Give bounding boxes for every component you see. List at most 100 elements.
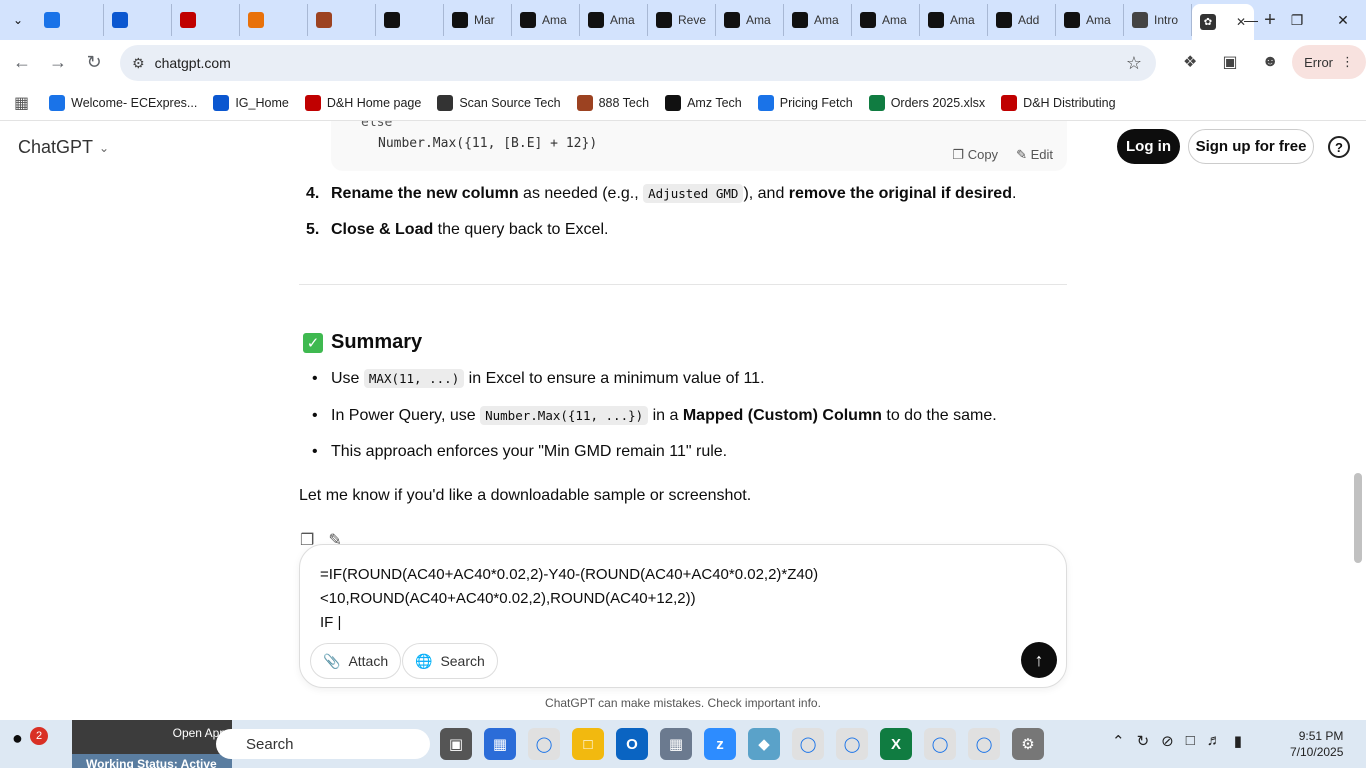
browser-tab[interactable]: Ama [784, 4, 852, 36]
site-settings-icon[interactable]: ⚙ [132, 55, 145, 72]
browser-tab[interactable]: Mar [444, 4, 512, 36]
list-item: • Use MAX(11, ...) in Excel to ensure a m… [312, 369, 765, 388]
chevron-up-icon[interactable]: ⌃ [1112, 732, 1125, 750]
excel-icon[interactable]: X [880, 728, 912, 760]
edit-code-button[interactable]: ✎ Edit [1016, 147, 1053, 163]
bookmark-item[interactable]: Orders 2025.xlsx [868, 94, 985, 111]
browser-tab[interactable] [308, 4, 376, 36]
chrome-icon[interactable]: ◯ [528, 728, 560, 760]
browser-tab[interactable]: Add [988, 4, 1056, 36]
file-explorer-icon[interactable]: □ [572, 728, 604, 760]
bookmark-favicon-icon [304, 94, 321, 111]
browser-tab[interactable]: Ama [580, 4, 648, 36]
close-window-button[interactable]: ✕ [1320, 0, 1366, 40]
profile-avatar-icon[interactable]: ☻ [1252, 44, 1288, 80]
disclaimer-text: ChatGPT can make mistakes. Check importa… [545, 696, 821, 710]
taskbar-search[interactable]: Search [216, 729, 430, 759]
code-line: Number.Max({11, [B.E] + 12}) [378, 136, 598, 151]
browser-tab[interactable] [104, 4, 172, 36]
bookmark-item[interactable]: D&H Distributing [1001, 94, 1116, 111]
browser-tab[interactable] [172, 4, 240, 36]
settings-gear-icon[interactable]: ⚙ [1012, 728, 1044, 760]
extension-icon[interactable]: ❖ [1172, 44, 1208, 80]
list-item: • In Power Query, use Number.Max({11, ...… [312, 406, 997, 425]
tab-label: Ama [542, 13, 567, 27]
list-item: • This approach enforces your "Min GMD re… [312, 443, 728, 460]
zoom-icon[interactable]: z [704, 728, 736, 760]
back-button[interactable]: ← [4, 45, 40, 81]
store-icon[interactable]: ▦ [484, 728, 516, 760]
window-controls: — ❐ ✕ [1228, 0, 1366, 40]
browser-tab[interactable]: Reve [648, 4, 716, 36]
browser-tab[interactable]: Ama [920, 4, 988, 36]
battery-icon[interactable]: ▮ [1234, 732, 1242, 750]
bookmarks-bar: ▦ Welcome- ECExpres... IG_Home D&H Home pa… [0, 85, 1366, 121]
volume-icon[interactable]: ♬ [1207, 732, 1222, 750]
browser-tab[interactable]: Ama [716, 4, 784, 36]
bookmark-label: D&H Distributing [1023, 95, 1116, 110]
forward-button[interactable]: → [40, 45, 76, 81]
date-text: 7/10/2025 [1290, 745, 1344, 759]
model-selector[interactable]: ChatGPT ⌄ [18, 137, 109, 158]
bookmark-item[interactable]: Pricing Fetch [757, 94, 853, 111]
navigation-bar: ← → ↻ ⚙ chatgpt.com ☆ ❖ ▣ ☻ Error ⋮ [0, 40, 1366, 85]
bookmark-item[interactable]: Welcome- ECExpres... [49, 94, 197, 111]
browser-tab[interactable] [240, 4, 308, 36]
chatgpt-icon: ✿ [1200, 14, 1216, 30]
sign-up-button[interactable]: Sign up for free [1188, 129, 1314, 164]
minimize-button[interactable]: — [1228, 0, 1274, 40]
app-diamond-icon[interactable]: ◆ [748, 728, 780, 760]
bookmark-item[interactable]: IG_Home [213, 94, 289, 111]
log-in-button[interactable]: Log in [1117, 129, 1180, 164]
calculator-icon[interactable]: ▦ [660, 728, 692, 760]
chrome-active-icon[interactable]: ◯ [836, 728, 868, 760]
browser-tab[interactable]: Intro [1124, 4, 1192, 36]
tab-label: Mar [474, 13, 495, 27]
prompt-input[interactable]: =IF(ROUND(AC40+AC40*0.02,2)-Y40-(ROUND(A… [320, 563, 1040, 635]
browser-tab[interactable]: Ama [512, 4, 580, 36]
browser-tab[interactable] [36, 4, 104, 36]
bookmark-item[interactable]: 888 Tech [576, 94, 649, 111]
chrome-profile-3-icon[interactable]: ◯ [968, 728, 1000, 760]
outlook-icon[interactable]: O [616, 728, 648, 760]
extensions-puzzle-icon[interactable]: ▣ [1212, 44, 1248, 80]
s-icon [248, 12, 264, 28]
toolbar-right: ❖ ▣ ☻ Error ⋮ [1172, 44, 1366, 80]
error-button[interactable]: Error ⋮ [1292, 45, 1366, 79]
help-icon[interactable]: ? [1328, 136, 1350, 158]
apps-grid-icon[interactable]: ▦ [14, 93, 29, 113]
bookmark-item[interactable]: Scan Source Tech [437, 94, 561, 111]
search-button[interactable]: 🌐 Search [402, 643, 498, 679]
clock[interactable]: 9:51 PM 7/10/2025 [1290, 728, 1343, 760]
amazon-smile-icon [588, 12, 604, 28]
task-view-icon[interactable]: ▣ [440, 728, 472, 760]
address-bar[interactable]: ⚙ chatgpt.com ☆ [120, 45, 1156, 81]
display-icon[interactable]: □ [1186, 732, 1195, 750]
amazon-smile-icon [1064, 12, 1080, 28]
chrome-profile-icon[interactable]: ◯ [792, 728, 824, 760]
tab-label: Ama [746, 13, 771, 27]
browser-tab[interactable] [376, 4, 444, 36]
bookmark-label: IG_Home [235, 95, 289, 110]
bookmark-item[interactable]: D&H Home page [304, 94, 421, 111]
maximize-button[interactable]: ❐ [1274, 0, 1320, 40]
chrome-profile-2-icon[interactable]: ◯ [924, 728, 956, 760]
amazon-a-icon [452, 12, 468, 28]
browser-tab[interactable]: Ama [1056, 4, 1124, 36]
send-button[interactable]: ↑ [1021, 642, 1057, 678]
bookmark-star-icon[interactable]: ☆ [1126, 53, 1142, 74]
error-label: Error [1304, 54, 1333, 70]
bookmark-item[interactable]: Amz Tech [665, 94, 742, 111]
reload-button[interactable]: ↻ [76, 45, 112, 81]
page-scrollbar[interactable] [1354, 473, 1362, 563]
check-mark-icon: ✓ [303, 332, 323, 353]
network-off-icon[interactable]: ⊘ [1161, 732, 1174, 750]
copy-code-button[interactable]: ❐ Copy [952, 147, 998, 163]
tab-search-chevron-icon[interactable]: ⌄ [0, 0, 36, 40]
copy-icon: ❐ [952, 147, 965, 162]
browser-tab[interactable]: Ama [852, 4, 920, 36]
notification-badge: 2 [30, 727, 48, 745]
attach-button[interactable]: 📎 Attach [310, 643, 402, 679]
divider [299, 284, 1067, 285]
sync-icon[interactable]: ↻ [1137, 732, 1150, 750]
